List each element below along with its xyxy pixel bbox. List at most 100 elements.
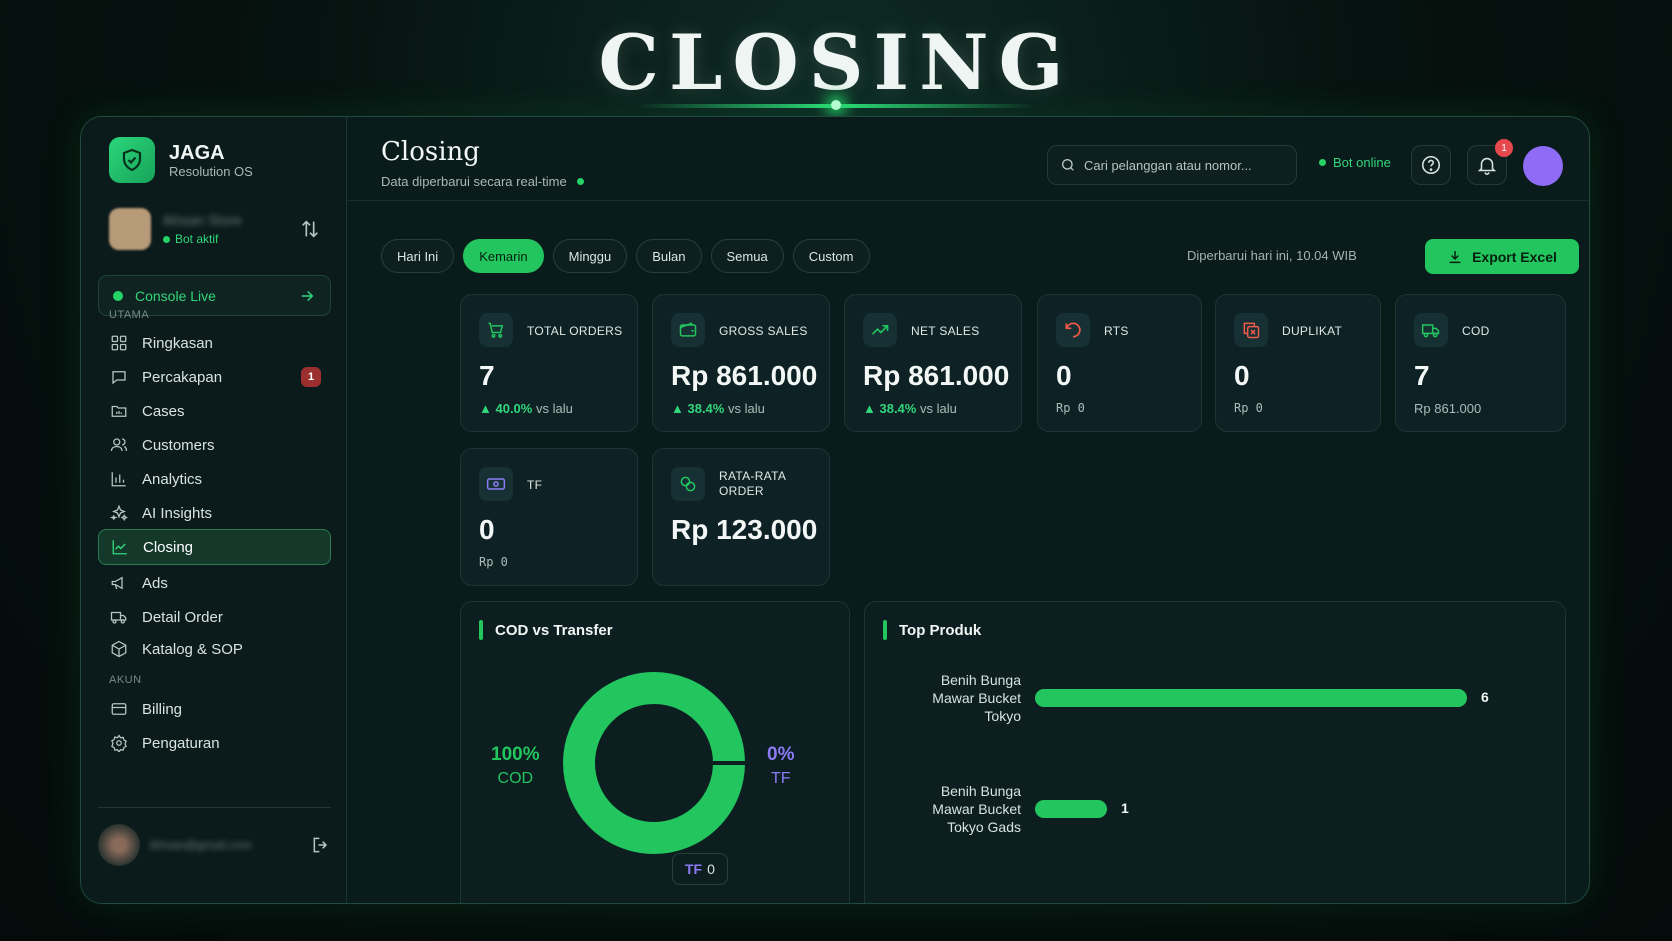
metric-card-net-sales: NET SALES Rp 861.000 ▲ 38.4% vs lalu xyxy=(844,294,1022,432)
sidebar-item-billing[interactable]: Billing xyxy=(98,691,331,727)
metric-card-total-orders: TOTAL ORDERS 7 ▲ 40.0% vs lalu xyxy=(460,294,638,432)
cod-vs-transfer-panel: COD vs Transfer 100% COD 0% TF TF 0 xyxy=(460,601,850,903)
date-filter-tabs: Hari Ini Kemarin Minggu Bulan Semua Cust… xyxy=(381,239,870,273)
filter-kemarin[interactable]: Kemarin xyxy=(463,239,544,273)
hero-glow-dot xyxy=(831,100,841,110)
sidebar-item-label: Billing xyxy=(142,700,183,718)
sidebar-item-pengaturan[interactable]: Pengaturan xyxy=(98,725,331,761)
unread-badge: 1 xyxy=(301,367,321,387)
filter-minggu[interactable]: Minggu xyxy=(552,239,628,273)
tf-count-pill: TF 0 xyxy=(672,853,728,885)
money-icon xyxy=(479,467,513,501)
sidebar-item-percakapan[interactable]: Percakapan 1 xyxy=(98,359,331,395)
help-button[interactable] xyxy=(1411,145,1451,185)
hero-title: CLOSING xyxy=(598,18,1074,107)
swap-icon[interactable] xyxy=(299,218,321,240)
page-title: Closing xyxy=(381,137,480,167)
users-icon xyxy=(110,438,128,452)
notifications-button[interactable]: 1 xyxy=(1467,139,1513,185)
cod-donut-chart xyxy=(563,672,745,854)
donut-slice-cod xyxy=(563,672,745,854)
product-value: 1 xyxy=(1121,800,1129,816)
card-label: RTS xyxy=(1104,324,1129,338)
topbar: Closing Data diperbarui secara real-time… xyxy=(347,117,1589,201)
sidebar-item-analytics[interactable]: Analytics xyxy=(98,461,331,497)
tf-legend: 0% TF xyxy=(767,744,794,788)
export-excel-button[interactable]: Export Excel xyxy=(1425,239,1579,274)
store-avatar xyxy=(109,208,151,250)
shield-icon xyxy=(109,137,155,183)
main-content: Closing Data diperbarui secara real-time… xyxy=(347,117,1589,903)
copy-x-icon xyxy=(1234,313,1268,347)
sidebar-item-label: Closing xyxy=(143,538,194,556)
sidebar-item-ringkasan[interactable]: Ringkasan xyxy=(98,325,331,361)
user-avatar xyxy=(98,824,140,866)
truck-icon xyxy=(1414,313,1448,347)
metric-card-duplikat: DUPLIKAT 0 Rp 0 xyxy=(1215,294,1381,432)
filter-semua[interactable]: Semua xyxy=(710,239,784,273)
card-delta: ▲ 38.4% vs lalu xyxy=(863,401,957,416)
grid-icon xyxy=(111,335,127,351)
filter-hari-ini[interactable]: Hari Ini xyxy=(381,239,455,273)
tf-percent: 0% xyxy=(767,744,795,765)
cod-label: COD xyxy=(497,770,534,787)
wallet-icon xyxy=(671,313,705,347)
live-dot xyxy=(113,290,123,301)
sidebar-item-label: Ringkasan xyxy=(142,334,213,352)
card-label: NET SALES xyxy=(911,324,980,338)
store-profile[interactable]: Ikhsan Store Bot aktif xyxy=(109,205,321,253)
top-produk-panel: Top Produk Benih Bunga Mawar Bucket Toky… xyxy=(864,601,1566,903)
arrow-right-icon xyxy=(301,290,314,301)
card-label: RATA-RATA ORDER xyxy=(719,469,786,498)
product-label: Benih Bunga Mawar Bucket Tokyo Gads xyxy=(932,783,1021,835)
divider xyxy=(98,807,331,808)
brand[interactable]: JAGA Resolution OS xyxy=(109,137,253,183)
panel-title: COD vs Transfer xyxy=(479,620,613,640)
box-icon xyxy=(111,640,127,658)
metric-card-tf: TF 0 Rp 0 xyxy=(460,448,638,586)
filter-custom[interactable]: Custom xyxy=(792,239,870,273)
sidebar-item-cases[interactable]: Cases xyxy=(98,393,331,429)
help-icon xyxy=(1421,155,1441,175)
sidebar-item-label: Pengaturan xyxy=(142,734,220,752)
chat-icon xyxy=(112,371,126,385)
bot-status: Bot aktif xyxy=(163,232,299,246)
card-label: GROSS SALES xyxy=(719,324,808,338)
bell-icon xyxy=(1477,157,1497,175)
card-value: 7 xyxy=(479,360,495,391)
panel-title: Top Produk xyxy=(883,620,981,640)
section-label-utama: UTAMA xyxy=(109,309,150,321)
card-delta: ▲ 40.0% vs lalu xyxy=(479,401,573,416)
sidebar-item-ai-insights[interactable]: AI Insights xyxy=(98,495,331,531)
sidebar-item-ads[interactable]: Ads xyxy=(98,565,331,601)
product-label: Benih Bunga Mawar Bucket Tokyo xyxy=(932,672,1021,724)
store-name: Ikhsan Store xyxy=(163,212,242,228)
product-bar xyxy=(1035,800,1107,818)
sidebar-item-customers[interactable]: Customers xyxy=(98,427,331,463)
card-sub: Rp 0 xyxy=(479,555,508,569)
search-input[interactable]: Cari pelanggan atau nomor... xyxy=(1047,145,1297,185)
brand-subtitle: Resolution OS xyxy=(169,163,253,179)
sidebar-item-label: Percakapan xyxy=(142,368,223,386)
card-sub: Rp 0 xyxy=(1234,401,1263,415)
cod-legend: 100% COD xyxy=(491,744,540,788)
cod-percent: 100% xyxy=(491,744,540,765)
sparkles-icon xyxy=(110,504,128,522)
logout-icon[interactable] xyxy=(311,835,331,855)
card-value: Rp 861.000 xyxy=(863,360,1010,391)
card-value: 7 xyxy=(1414,360,1430,391)
user-account[interactable]: ikhsan@gmail.com xyxy=(98,821,331,869)
card-value: 0 xyxy=(479,514,495,545)
filter-bulan[interactable]: Bulan xyxy=(636,239,702,273)
metric-card-rts: RTS 0 Rp 0 xyxy=(1037,294,1202,432)
undo-icon xyxy=(1056,313,1090,347)
section-label-akun: AKUN xyxy=(109,674,142,686)
sidebar-item-katalog[interactable]: Katalog & SOP xyxy=(98,631,331,667)
card-value: Rp 123.000 xyxy=(671,514,818,545)
user-avatar-button[interactable] xyxy=(1523,146,1563,186)
sidebar-item-closing[interactable]: Closing xyxy=(98,529,331,565)
sidebar: JAGA Resolution OS Ikhsan Store Bot akti… xyxy=(81,117,347,903)
realtime-dot xyxy=(576,178,584,185)
card-label: TOTAL ORDERS xyxy=(527,324,623,338)
sidebar-item-detail-order[interactable]: Detail Order xyxy=(98,599,331,635)
